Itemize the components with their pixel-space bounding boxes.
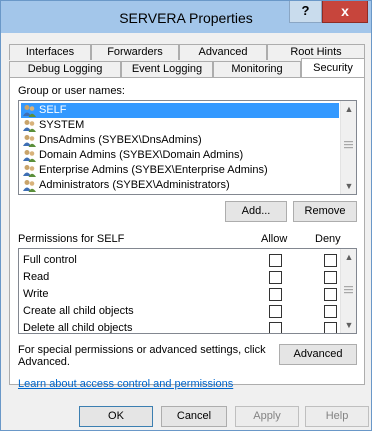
user-name: SYSTEM [39, 119, 85, 131]
permissions-scrollbar[interactable]: ▲ — — — ▼ [340, 249, 356, 333]
special-permissions-text: For special permissions or advanced sett… [18, 344, 266, 356]
scroll-up-icon[interactable]: ▲ [341, 249, 356, 265]
apply-button[interactable]: Apply [235, 406, 299, 427]
user-name: Administrators (SYBEX\Administrators) [39, 179, 230, 191]
allow-read-checkbox[interactable] [269, 271, 282, 284]
user-group-icon [23, 135, 36, 147]
advanced-button[interactable]: Advanced [279, 344, 357, 365]
scroll-grip-icon[interactable]: — — — [344, 282, 353, 297]
users-scrollbar[interactable]: ▲ — — — ▼ [340, 101, 356, 194]
user-item-self[interactable]: SELF [21, 103, 339, 118]
scroll-up-icon[interactable]: ▲ [341, 101, 356, 117]
user-item-domain-admins[interactable]: Domain Admins (SYBEX\Domain Admins) [21, 148, 247, 163]
allow-full-control-checkbox[interactable] [269, 254, 282, 267]
deny-header: Deny [315, 233, 341, 245]
tab-interfaces[interactable]: Interfaces [9, 44, 91, 60]
user-group-icon [23, 120, 36, 132]
permission-label: Read [23, 271, 50, 283]
cancel-button[interactable]: Cancel [161, 406, 227, 427]
special-permissions-text-2: Advanced. [18, 356, 70, 368]
scroll-down-icon[interactable]: ▼ [341, 317, 356, 333]
user-group-icon [23, 180, 36, 192]
scroll-grip-icon[interactable]: — — — [344, 137, 353, 152]
add-button[interactable]: Add... [225, 201, 287, 222]
deny-create-child-checkbox[interactable] [324, 305, 337, 318]
tab-security[interactable]: Security [301, 58, 365, 77]
user-item-dnsadmins[interactable]: DnsAdmins (SYBEX\DnsAdmins) [21, 133, 206, 148]
tab-advanced[interactable]: Advanced [179, 44, 267, 60]
ok-button[interactable]: OK [79, 406, 153, 427]
tab-debug-logging[interactable]: Debug Logging [9, 61, 121, 77]
security-panel: Group or user names: SELF SYSTEM DnsAdmi… [9, 77, 365, 390]
allow-header: Allow [261, 233, 288, 245]
allow-delete-child-checkbox[interactable] [269, 322, 282, 333]
user-name: SELF [39, 104, 67, 116]
user-name: DnsAdmins (SYBEX\DnsAdmins) [39, 134, 202, 146]
group-label: Group or user names: [18, 85, 125, 97]
user-name: Enterprise Admins (SYBEX\Enterprise Admi… [39, 164, 268, 176]
deny-write-checkbox[interactable] [324, 288, 337, 301]
user-item-administrators[interactable]: Administrators (SYBEX\Administrators) [21, 178, 234, 193]
permission-label: Create all child objects [23, 305, 134, 317]
user-item-enterprise-admins[interactable]: Enterprise Admins (SYBEX\Enterprise Admi… [21, 163, 272, 178]
deny-full-control-checkbox[interactable] [324, 254, 337, 267]
user-name: Domain Admins (SYBEX\Domain Admins) [39, 149, 244, 161]
permission-label: Delete all child objects [23, 322, 133, 334]
permissions-for-label: Permissions for SELF [18, 233, 125, 245]
user-item-system[interactable]: SYSTEM [21, 118, 88, 133]
user-group-icon [23, 105, 36, 117]
allow-write-checkbox[interactable] [269, 288, 282, 301]
tab-monitoring[interactable]: Monitoring [213, 61, 301, 77]
tab-event-logging[interactable]: Event Logging [121, 61, 213, 77]
user-group-icon [23, 165, 36, 177]
tab-forwarders[interactable]: Forwarders [91, 44, 179, 60]
help-button[interactable]: Help [305, 406, 369, 427]
close-button[interactable]: x [322, 1, 368, 23]
user-group-icon [23, 150, 36, 162]
permission-label: Write [23, 288, 49, 300]
deny-read-checkbox[interactable] [324, 271, 337, 284]
properties-dialog: SERVERA Properties ? x Interfaces Forwar… [0, 0, 372, 431]
help-title-button[interactable]: ? [289, 1, 322, 23]
users-listbox[interactable]: SELF SYSTEM DnsAdmins (SYBEX\DnsAdmins) [18, 100, 357, 195]
title-bar[interactable]: SERVERA Properties ? x [1, 1, 371, 33]
deny-delete-child-checkbox[interactable] [324, 322, 337, 333]
remove-button[interactable]: Remove [293, 201, 357, 222]
allow-create-child-checkbox[interactable] [269, 305, 282, 318]
scroll-down-icon[interactable]: ▼ [341, 178, 356, 194]
permissions-list: Full control Read Write Create all child… [18, 248, 357, 334]
learn-more-link[interactable]: Learn about access control and permissio… [18, 378, 233, 390]
permission-label: Full control [23, 254, 77, 266]
